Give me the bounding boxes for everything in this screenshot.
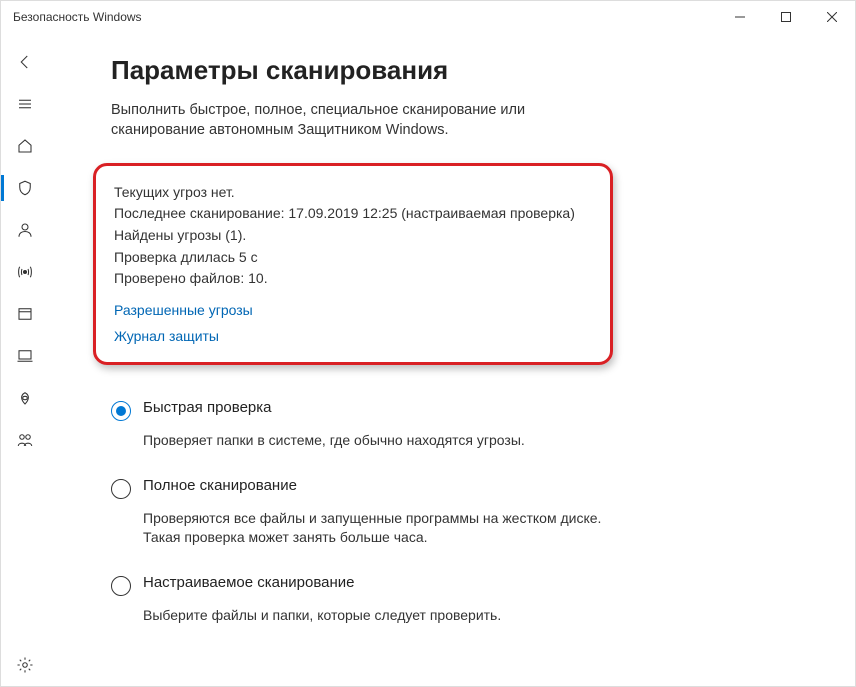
option-full-scan[interactable]: Полное сканирование — [111, 477, 815, 499]
option-quick-desc: Проверяет папки в системе, где обычно на… — [143, 431, 603, 451]
option-custom-desc: Выберите файлы и папки, которые следует … — [143, 606, 603, 626]
radio-full[interactable] — [111, 479, 131, 499]
radio-quick[interactable] — [111, 401, 131, 421]
nav-app-browser[interactable] — [1, 293, 49, 335]
titlebar: Безопасность Windows — [1, 1, 855, 33]
option-full-label: Полное сканирование — [143, 477, 297, 494]
option-custom-scan[interactable]: Настраиваемое сканирование — [111, 574, 815, 596]
back-button[interactable] — [1, 41, 49, 83]
page-title: Параметры сканирования — [111, 55, 815, 86]
status-last-scan: Последнее сканирование: 17.09.2019 12:25… — [114, 203, 592, 225]
status-no-threats: Текущих угроз нет. — [114, 182, 592, 204]
option-quick-label: Быстрая проверка — [143, 399, 272, 416]
link-protection-history[interactable]: Журнал защиты — [114, 328, 592, 344]
main-content: Параметры сканирования Выполнить быстрое… — [49, 33, 855, 686]
nav-firewall[interactable] — [1, 251, 49, 293]
status-duration: Проверка длилась 5 с — [114, 247, 592, 269]
sidebar — [1, 33, 49, 686]
nav-family[interactable] — [1, 419, 49, 461]
option-custom-label: Настраиваемое сканирование — [143, 574, 355, 591]
link-allowed-threats[interactable]: Разрешенные угрозы — [114, 302, 592, 318]
nav-performance[interactable] — [1, 377, 49, 419]
page-description: Выполнить быстрое, полное, специальное с… — [111, 100, 571, 141]
nav-security[interactable] — [1, 167, 49, 209]
status-threats-found: Найдены угрозы (1). — [114, 225, 592, 247]
nav-device[interactable] — [1, 335, 49, 377]
nav-settings[interactable] — [1, 644, 49, 686]
scan-status-panel: Текущих угроз нет. Последнее сканировани… — [93, 163, 613, 365]
option-quick-scan[interactable]: Быстрая проверка — [111, 399, 815, 421]
nav-home[interactable] — [1, 125, 49, 167]
option-full-desc: Проверяются все файлы и запущенные прогр… — [143, 509, 603, 548]
menu-button[interactable] — [1, 83, 49, 125]
window-title: Безопасность Windows — [13, 10, 142, 24]
nav-account[interactable] — [1, 209, 49, 251]
status-files-scanned: Проверено файлов: 10. — [114, 268, 592, 290]
maximize-button[interactable] — [763, 1, 809, 33]
close-button[interactable] — [809, 1, 855, 33]
minimize-button[interactable] — [717, 1, 763, 33]
radio-custom[interactable] — [111, 576, 131, 596]
